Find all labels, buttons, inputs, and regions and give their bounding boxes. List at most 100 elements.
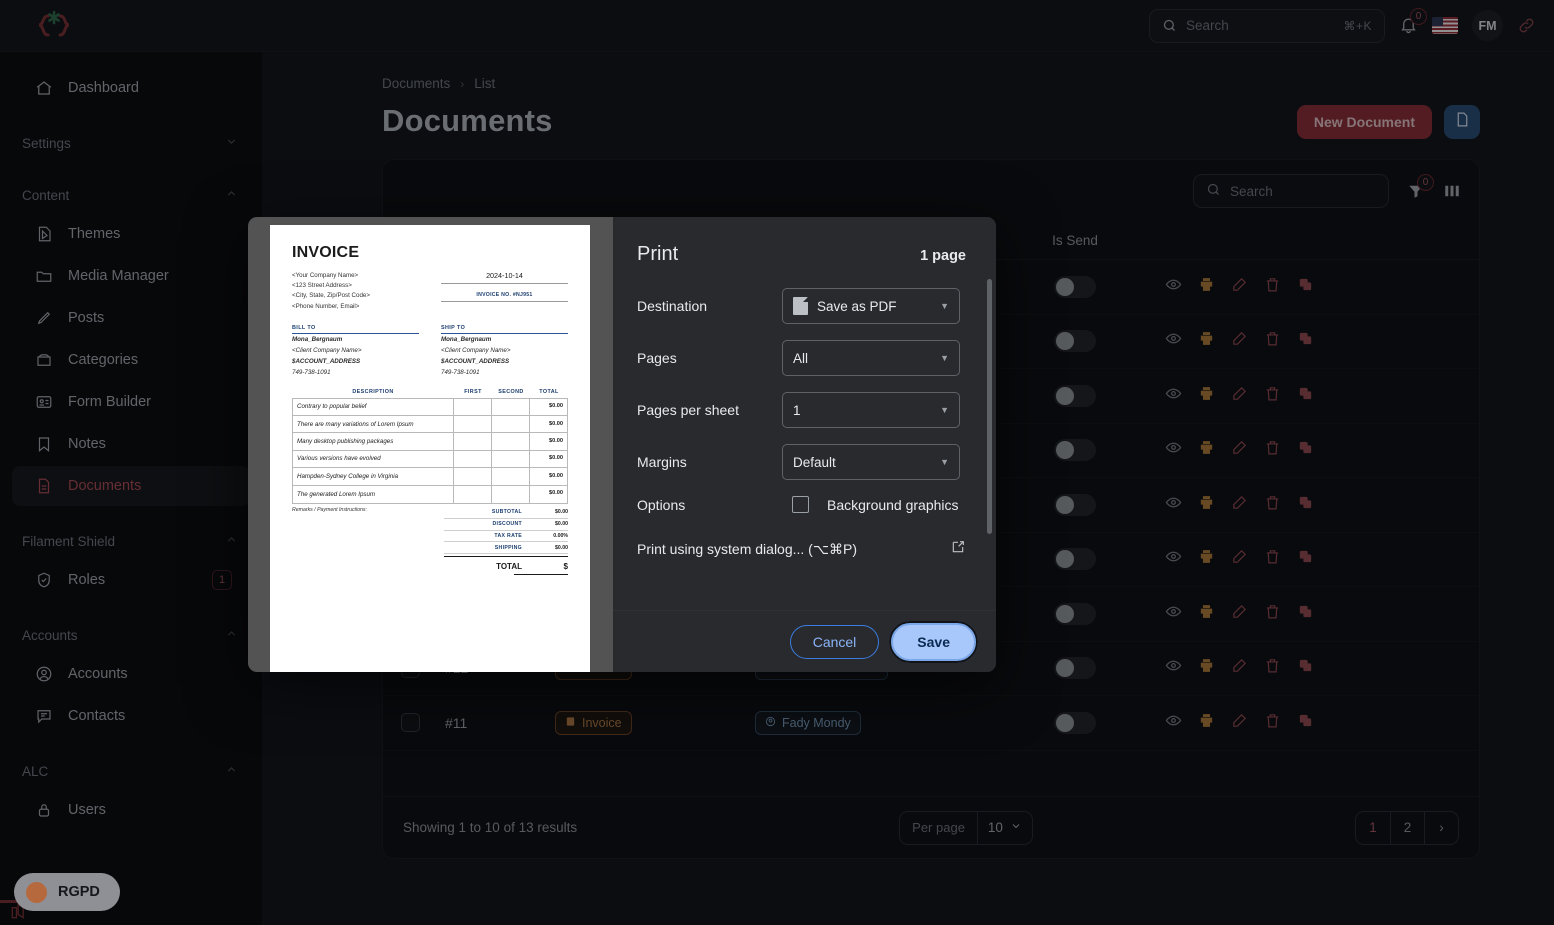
new-document-icon-button[interactable] [1444, 105, 1480, 139]
edit-icon[interactable] [1231, 276, 1248, 298]
link-icon[interactable] [1517, 16, 1536, 35]
save-button[interactable]: Save [889, 620, 978, 663]
breadcrumb-item-documents[interactable]: Documents [382, 76, 450, 91]
sidebar-group-content[interactable]: Content [12, 178, 250, 212]
view-icon[interactable] [1165, 657, 1182, 679]
row-is-send-toggle[interactable] [985, 439, 1165, 462]
sidebar-item-themes[interactable]: Themes [12, 214, 250, 254]
delete-icon[interactable] [1264, 657, 1281, 679]
view-icon[interactable] [1165, 439, 1182, 461]
background-graphics-control[interactable]: Background graphics [782, 496, 959, 513]
per-page-selector[interactable]: Per page 10 [899, 810, 1033, 845]
sidebar-item-media-manager[interactable]: Media Manager [12, 256, 250, 296]
view-icon[interactable] [1165, 494, 1182, 516]
type-badge[interactable]: Invoice [555, 710, 632, 735]
row-is-send-toggle[interactable] [985, 548, 1165, 571]
new-document-button[interactable]: New Document [1296, 105, 1432, 139]
print-icon[interactable] [1198, 276, 1215, 298]
pagination-page-1[interactable]: 1 [1356, 812, 1390, 844]
columns-icon[interactable] [1443, 182, 1461, 200]
per-page-value[interactable]: 10 [976, 811, 1032, 844]
notifications-button[interactable]: 0 [1399, 8, 1427, 35]
row-is-send-toggle[interactable] [985, 602, 1165, 625]
print-icon[interactable] [1198, 548, 1215, 570]
view-icon[interactable] [1165, 330, 1182, 352]
view-icon[interactable] [1165, 385, 1182, 407]
duplicate-icon[interactable] [1297, 385, 1314, 407]
edit-icon[interactable] [1231, 657, 1248, 679]
to-badge[interactable]: Fady Mondy [755, 710, 861, 735]
app-logo[interactable] [0, 8, 108, 44]
print-icon[interactable] [1198, 330, 1215, 352]
view-icon[interactable] [1165, 548, 1182, 570]
table-row[interactable]: #11 Invoice Fady Mondy [383, 696, 1479, 751]
sidebar-item-dashboard[interactable]: Dashboard [12, 68, 250, 108]
edit-icon[interactable] [1231, 330, 1248, 352]
view-icon[interactable] [1165, 276, 1182, 298]
sidebar-group-alc[interactable]: ALC [12, 754, 250, 788]
margins-select[interactable]: Default ▼ [782, 444, 960, 480]
view-icon[interactable] [1165, 712, 1182, 734]
delete-icon[interactable] [1264, 330, 1281, 352]
sidebar-group-settings[interactable]: Settings [12, 126, 250, 160]
filter-button[interactable]: 0 [1407, 174, 1434, 200]
row-is-send-toggle[interactable] [985, 275, 1165, 298]
checkbox-icon[interactable] [792, 496, 809, 513]
system-dialog-link[interactable]: Print using system dialog... (⌥⌘P) [613, 539, 996, 560]
sidebar-group-accounts[interactable]: Accounts [12, 618, 250, 652]
duplicate-icon[interactable] [1297, 657, 1314, 679]
print-settings-scrollbar[interactable] [987, 279, 992, 534]
view-icon[interactable] [1165, 603, 1182, 625]
print-icon[interactable] [1198, 657, 1215, 679]
avatar[interactable]: FM [1472, 10, 1503, 41]
sidebar-item-accounts[interactable]: Accounts [12, 654, 250, 694]
row-is-send-toggle[interactable] [985, 711, 1165, 734]
duplicate-icon[interactable] [1297, 603, 1314, 625]
duplicate-icon[interactable] [1297, 439, 1314, 461]
delete-icon[interactable] [1264, 494, 1281, 516]
print-icon[interactable] [1198, 712, 1215, 734]
delete-icon[interactable] [1264, 439, 1281, 461]
row-is-send-toggle[interactable] [985, 493, 1165, 516]
sidebar-group-filament-shield[interactable]: Filament Shield [12, 524, 250, 558]
pages-per-sheet-select[interactable]: 1 ▼ [782, 392, 960, 428]
print-icon[interactable] [1198, 603, 1215, 625]
duplicate-icon[interactable] [1297, 330, 1314, 352]
duplicate-icon[interactable] [1297, 276, 1314, 298]
delete-icon[interactable] [1264, 276, 1281, 298]
edit-icon[interactable] [1231, 439, 1248, 461]
edit-icon[interactable] [1231, 548, 1248, 570]
duplicate-icon[interactable] [1297, 548, 1314, 570]
us-flag-icon[interactable] [1432, 17, 1458, 34]
print-icon[interactable] [1198, 494, 1215, 516]
pages-select[interactable]: All ▼ [782, 340, 960, 376]
pagination-next[interactable]: › [1424, 811, 1458, 844]
sidebar-item-documents[interactable]: Documents [12, 466, 250, 506]
sidebar-item-form-builder[interactable]: Form Builder [12, 382, 250, 422]
row-is-send-toggle[interactable] [985, 657, 1165, 680]
rgpd-cookie-button[interactable]: RGPD [14, 873, 120, 911]
edit-icon[interactable] [1231, 494, 1248, 516]
row-is-send-toggle[interactable] [985, 384, 1165, 407]
sidebar-item-users[interactable]: Users [12, 790, 250, 830]
delete-icon[interactable] [1264, 712, 1281, 734]
row-is-send-toggle[interactable] [985, 330, 1165, 353]
breadcrumb-item-list[interactable]: List [474, 76, 495, 91]
sidebar-item-posts[interactable]: Posts [12, 298, 250, 338]
duplicate-icon[interactable] [1297, 712, 1314, 734]
print-icon[interactable] [1198, 385, 1215, 407]
edit-icon[interactable] [1231, 603, 1248, 625]
sidebar-item-roles[interactable]: Roles 1 [12, 560, 250, 600]
cancel-button[interactable]: Cancel [789, 624, 880, 659]
edit-icon[interactable] [1231, 385, 1248, 407]
delete-icon[interactable] [1264, 548, 1281, 570]
delete-icon[interactable] [1264, 603, 1281, 625]
table-search-input[interactable]: Search [1193, 174, 1389, 208]
destination-select[interactable]: Save as PDF ▼ [782, 288, 960, 324]
duplicate-icon[interactable] [1297, 494, 1314, 516]
pagination-page-2[interactable]: 2 [1390, 811, 1424, 844]
print-icon[interactable] [1198, 439, 1215, 461]
sidebar-item-notes[interactable]: Notes [12, 424, 250, 464]
edit-icon[interactable] [1231, 712, 1248, 734]
sidebar-item-contacts[interactable]: Contacts [12, 696, 250, 736]
